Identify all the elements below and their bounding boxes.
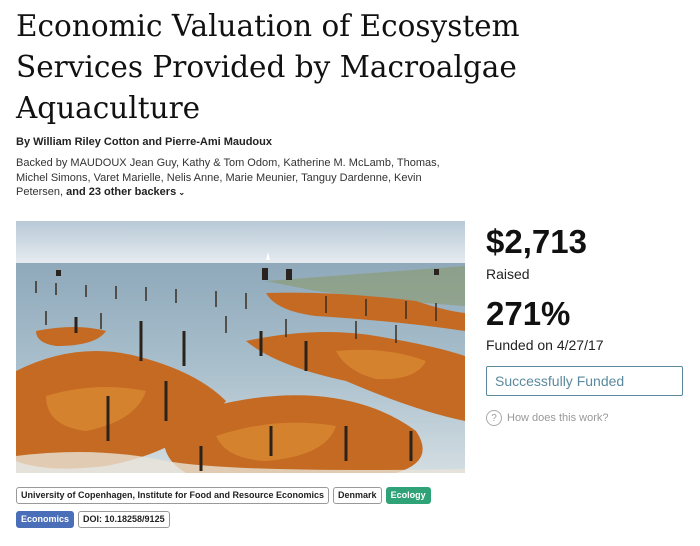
tag-doi[interactable]: DOI: 10.18258/9125 [78,511,170,528]
project-tags: University of Copenhagen, Institute for … [16,487,476,535]
amount-raised-label: Raised [486,266,530,282]
tag-institution[interactable]: University of Copenhagen, Institute for … [16,487,330,504]
tag-row-2: Economics DOI: 10.18258/9125 [16,511,476,528]
funded-date: Funded on 4/27/17 [486,337,604,353]
seaweed-farm-photo [16,221,465,473]
how-it-works-link[interactable]: ? How does this work? [486,410,686,426]
question-circle-icon: ? [486,410,502,426]
backers-list: Backed by MAUDOUX Jean Guy, Kathy & Tom … [16,156,456,201]
percent-funded: 271% [486,295,571,332]
tag-economics[interactable]: Economics [16,511,75,528]
authors-line: By William Riley Cotton and Pierre-Ami M… [16,136,272,148]
page-title: Economic Valuation of Ecosystem Services… [16,9,520,125]
more-backers-link[interactable]: and 23 other backers ⌄ [66,186,185,198]
amount-raised: $2,713 [486,223,587,260]
hero-image [16,221,465,473]
tag-country[interactable]: Denmark [333,487,382,504]
tag-ecology[interactable]: Ecology [385,487,431,504]
funding-status-badge: Successfully Funded [486,366,683,396]
how-it-works-label: How does this work? [507,412,609,424]
chevron-down-icon: ⌄ [176,188,186,197]
funding-stats: $2,713 Raised 271% Funded on 4/27/17 Suc… [486,222,686,426]
more-backers-label: and 23 other backers [66,186,177,198]
tag-row-1: University of Copenhagen, Institute for … [16,487,476,504]
